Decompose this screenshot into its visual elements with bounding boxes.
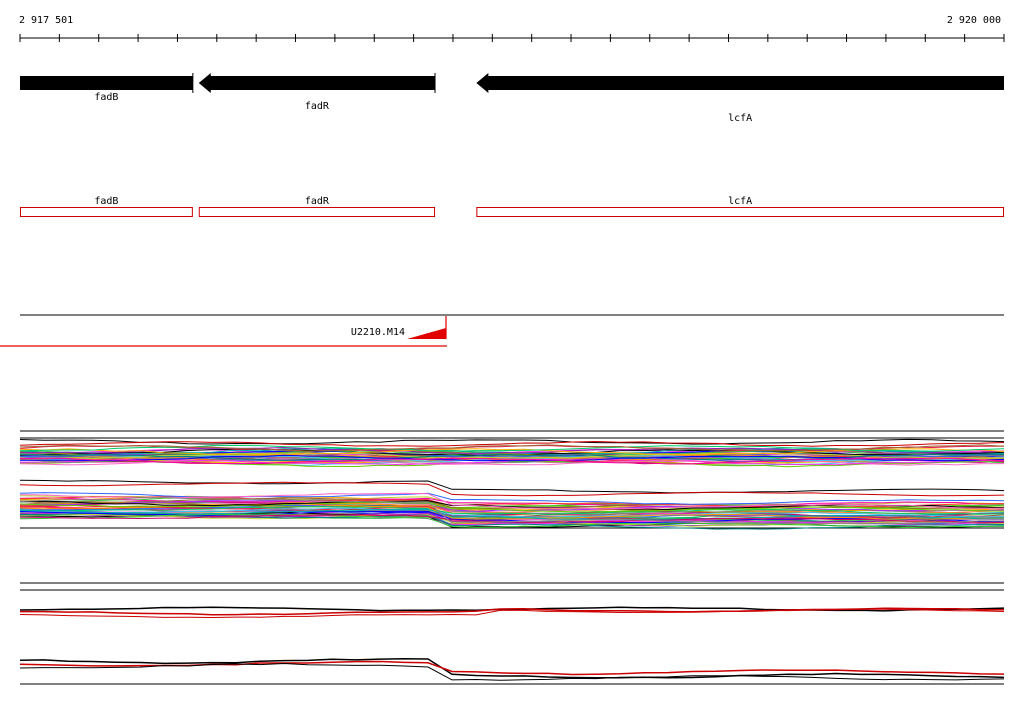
gene-label-lcfA: lcfA [728, 113, 752, 124]
cds-label-lcfA: lcfA [728, 196, 752, 207]
gene-arrow-fadB[interactable] [20, 76, 193, 90]
ruler-start-label: 2 917 501 [19, 15, 73, 26]
gene-fadB[interactable]: fadB [20, 76, 193, 103]
ruler-end-label: 2 920 000 [947, 15, 1001, 26]
cds-fadR[interactable]: fadR [198, 196, 436, 217]
panel1-profile-lines [19, 438, 1005, 530]
gene-lcfA[interactable]: lcfA [476, 73, 1004, 124]
gene-fadR[interactable]: fadR [198, 73, 436, 112]
cds-box-fadR[interactable] [198, 207, 436, 217]
cds-label-fadB: fadB [94, 196, 118, 207]
expression-panel-multi [19, 430, 1005, 530]
cds-box-lcfA[interactable] [476, 207, 1005, 217]
gene-track: fadB fadR lcfA [20, 73, 1004, 124]
cds-fadB[interactable]: fadB [20, 196, 193, 217]
expression-profile-line [19, 657, 1005, 679]
feature-track: U2210.M14 [0, 314, 1004, 347]
cds-lcfA[interactable]: lcfA [476, 196, 1005, 217]
gene-arrow-fadR[interactable] [198, 73, 436, 93]
cds-label-fadR: fadR [305, 196, 330, 207]
gene-label-fadB: fadB [94, 92, 118, 103]
feature-wedge-marker[interactable] [407, 328, 446, 339]
genome-browser-canvas: 2 917 501 2 920 000 fadB fadR lcfA fadB … [0, 15, 1005, 685]
gene-arrow-lcfA[interactable] [476, 73, 1004, 93]
expression-profile-line [19, 481, 1005, 497]
expression-profile-line [19, 662, 1005, 681]
expression-panel-pair [19, 582, 1005, 685]
feature-label: U2210.M14 [351, 327, 405, 338]
cds-track: fadB fadR lcfA [20, 196, 1005, 217]
expression-profile-line [19, 479, 1005, 494]
panel2-profile-lines [19, 606, 1005, 681]
coordinate-ruler: 2 917 501 2 920 000 [19, 15, 1005, 42]
cds-box-fadB[interactable] [20, 207, 193, 217]
gene-label-fadR: fadR [305, 101, 330, 112]
